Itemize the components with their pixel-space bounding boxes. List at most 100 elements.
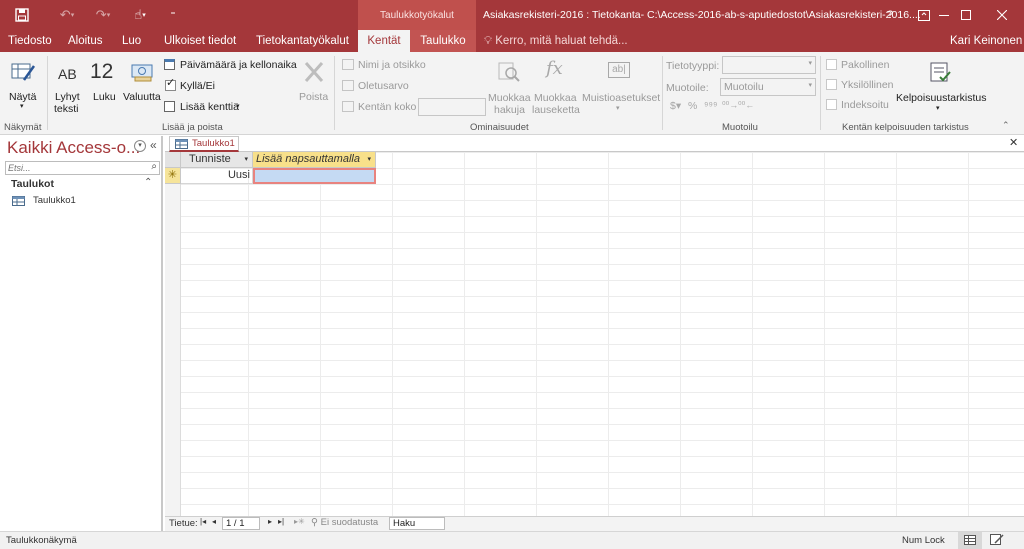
chevron-down-icon[interactable]: ▾ (367, 152, 371, 167)
datasheet-grid[interactable]: Tunniste ▾ Lisää napsauttamalla ▾ ✳ Uusi (165, 152, 1024, 516)
unique-checkbox[interactable]: Yksilöllinen (826, 78, 896, 94)
tab-aloitus[interactable]: Aloitus (60, 30, 111, 52)
shutter-bar-icon[interactable]: « (150, 138, 157, 152)
comma-style-icon[interactable]: ⁹⁹⁹ (704, 100, 718, 112)
tab-tiedosto[interactable]: Tiedosto (0, 30, 60, 52)
record-selector-column (165, 184, 181, 516)
chevron-down-icon: ▾ (808, 82, 812, 89)
new-record-selector-icon[interactable]: ✳ (165, 168, 181, 184)
indexed-checkbox[interactable]: Indeksoitu (826, 98, 896, 114)
format-dropdown[interactable]: Muotoilu ▾ (720, 78, 816, 96)
validation-button[interactable]: Kelpoisuustarkistus ▾ (896, 56, 986, 116)
table-icon (964, 535, 976, 545)
name-caption-button[interactable]: Nimi ja otsikko (340, 58, 430, 74)
num-lock-indicator: Num Lock (902, 535, 945, 546)
modify-lookups-button[interactable]: Muokkaa hakuja (488, 56, 531, 116)
memo-settings-button[interactable]: ab| Muistioasetukset ▾ (582, 56, 660, 116)
modify-expression-button[interactable]: fx Muokkaa lauseketta (532, 56, 580, 116)
decrease-decimals-icon[interactable]: ⁰⁰← (738, 100, 754, 111)
redo-icon[interactable]: ↷ ▾ (86, 0, 120, 30)
field-size-icon (342, 101, 354, 112)
user-name[interactable]: Kari Keinonen (950, 30, 1022, 52)
ab-icon: AB (58, 66, 77, 82)
record-search-field[interactable]: Haku (389, 517, 445, 530)
chevron-down-icon: ▾ (808, 60, 812, 67)
tell-me-search[interactable]: 💡︎ Kerro, mitä haluat tehdä... (484, 30, 628, 52)
close-button[interactable] (982, 0, 1022, 30)
default-value-button[interactable]: Oletusarvo (340, 79, 430, 95)
collapse-section-icon[interactable]: ⌃ (144, 177, 152, 188)
currency-format-icon[interactable]: $▾ (670, 100, 681, 112)
percent-icon[interactable]: % (688, 100, 697, 112)
nav-item-taulukko1[interactable]: Taulukko1 (12, 194, 152, 209)
nav-section-taulukot[interactable]: Taulukot (11, 178, 54, 190)
record-label: Tietue: (169, 518, 198, 529)
tab-ulkoiset-tiedot[interactable]: Ulkoiset tiedot (156, 30, 244, 52)
document-title: Asiakasrekisteri-2016 : Tietokanta- C:\A… (483, 9, 921, 21)
date-time-button[interactable]: Päivämäärä ja kellonaika (164, 58, 297, 74)
currency-icon (131, 64, 153, 82)
data-type-dropdown[interactable]: ▾ (722, 56, 816, 74)
last-record-icon[interactable]: ▸| (278, 517, 284, 526)
group-nakymat: Näkymät (4, 122, 42, 133)
number-button[interactable]: 12 Luku (88, 56, 120, 106)
new-field-cell[interactable] (253, 168, 376, 184)
more-fields-icon (164, 101, 175, 112)
group-ominaisuudet: Ominaisuudet (470, 122, 529, 133)
nav-search-input[interactable] (6, 162, 136, 174)
lightbulb-icon: 💡︎ (484, 35, 493, 47)
context-tools-label: Taulukkotyökalut (358, 0, 476, 30)
checkbox-icon (826, 99, 837, 110)
tab-taulukko[interactable]: Taulukko (410, 30, 476, 52)
column-header-click-to-add[interactable]: Lisää napsauttamalla ▾ (253, 152, 376, 168)
field-size-input[interactable] (418, 98, 486, 116)
table-icon (12, 196, 25, 206)
checkbox-icon (826, 59, 837, 70)
close-document-icon[interactable]: ✕ (1009, 136, 1018, 149)
check-mark-icon: ✓ (166, 77, 176, 89)
group-kelpoisuus: Kentän kelpoisuuden tarkistus (842, 122, 969, 133)
required-checkbox[interactable]: Pakollinen (826, 58, 896, 74)
checkbox-icon (826, 79, 837, 90)
field-size-control: Kentän koko (340, 97, 490, 117)
next-record-icon[interactable]: ▸ (268, 517, 272, 526)
tab-kentat[interactable]: Kentät (358, 30, 410, 52)
nav-search-box: ⌕ (5, 161, 160, 175)
collapse-ribbon-icon[interactable]: ⌃ (1002, 120, 1010, 131)
column-header-tunniste[interactable]: Tunniste ▾ (181, 152, 253, 168)
format-label: Muotoile: (666, 82, 709, 94)
undo-icon[interactable]: ↶ ▾ (50, 0, 84, 30)
more-fields-button[interactable]: Lisää kenttiä ▾ (164, 100, 246, 116)
save-icon[interactable] (8, 0, 36, 30)
maximize-button[interactable] (946, 0, 986, 30)
yes-no-button[interactable]: ✓ Kyllä/Ei (164, 77, 234, 95)
design-view-icon[interactable] (990, 534, 1008, 548)
chevron-down-icon[interactable]: ▾ (244, 152, 248, 167)
title-bar: ↶ ▾ ↷ ▾ ☝ ▾ ⁼ Taulukkotyökalut Asiakasrek… (0, 0, 1024, 30)
tab-tietokantatyokalut[interactable]: Tietokantatyökalut (248, 30, 357, 52)
data-type-label: Tietotyyppi: (666, 60, 720, 72)
current-record-field[interactable]: 1 / 1 (222, 517, 260, 530)
previous-record-icon[interactable]: ◂ (212, 517, 216, 526)
datasheet-view-icon[interactable] (958, 532, 982, 549)
short-text-button[interactable]: AB Lyhyt teksti (50, 56, 84, 116)
nav-pane-title[interactable]: Kaikki Access-o... (7, 138, 140, 158)
document-tab-taulukko1[interactable]: Taulukko1 (169, 136, 239, 152)
new-record-icon[interactable]: ▸✳ (294, 517, 305, 526)
touch-mode-icon[interactable]: ☝ ▾ (124, 0, 156, 30)
select-all-corner[interactable] (165, 152, 181, 168)
currency-button[interactable]: Valuutta (122, 56, 162, 106)
view-button[interactable]: Näytä ▾ (6, 56, 40, 116)
delete-button[interactable]: Poista (298, 56, 330, 106)
group-separator (334, 56, 335, 130)
number-icon: 12 (90, 60, 114, 83)
customize-qat-icon[interactable]: ⁼ (164, 0, 182, 30)
new-record-id-cell[interactable]: Uusi (181, 168, 253, 184)
nav-pane-menu-icon[interactable]: ▾ (134, 140, 146, 152)
filter-status[interactable]: ⚲ Ei suodatusta (311, 517, 378, 528)
increase-decimals-icon[interactable]: ⁰⁰→ (722, 100, 738, 111)
tab-luo[interactable]: Luo (114, 30, 149, 52)
search-icon[interactable]: ⌕ (151, 161, 157, 172)
first-record-icon[interactable]: |◂ (200, 517, 206, 526)
navigation-pane: Kaikki Access-o... ▾ « ⌕ Taulukot ⌃ Taul… (0, 136, 163, 531)
